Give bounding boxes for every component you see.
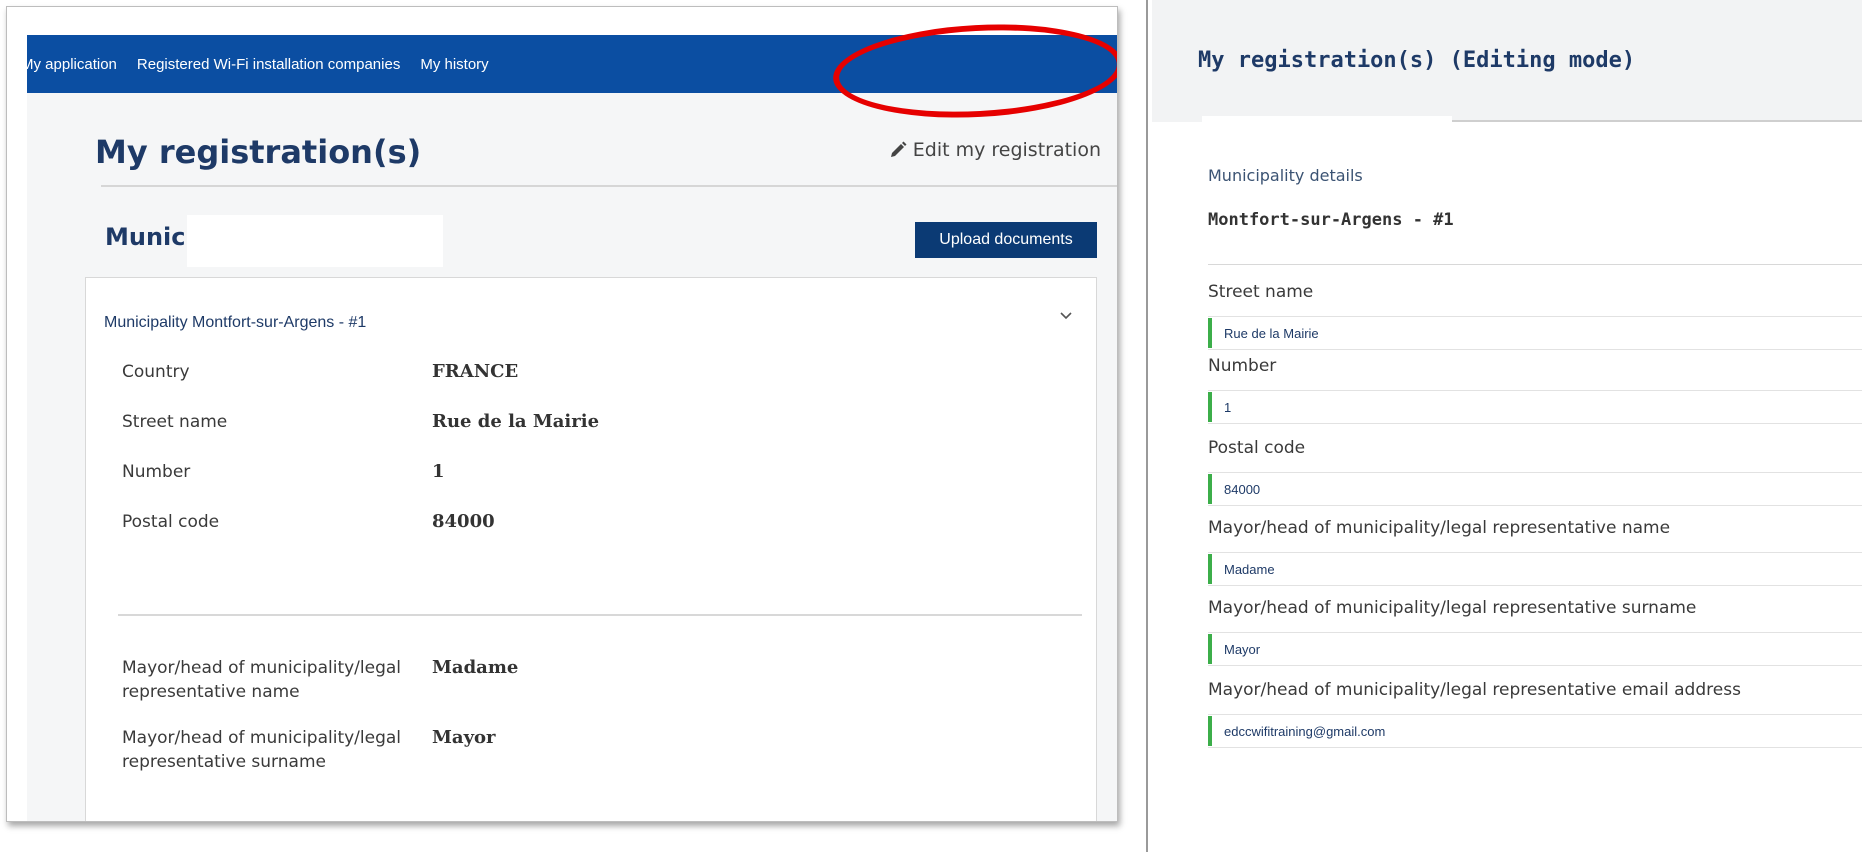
card-header-title[interactable]: Municipality Montfort-sur-Argens - #1 (104, 314, 366, 332)
street-name-input[interactable]: Rue de la Mairie (1208, 316, 1862, 350)
input-accent-bar (1208, 554, 1212, 584)
field-value-mayor-name: Madame (432, 657, 519, 678)
mayor-email-input[interactable]: edccwifitraining@gmail.com (1208, 714, 1862, 748)
mayor-name-value: Madame (1224, 561, 1275, 577)
upload-documents-button[interactable]: Upload documents (915, 222, 1097, 258)
mayor-email-value: edccwifitraining@gmail.com (1224, 723, 1386, 739)
field-label-street-name: Street name (122, 412, 228, 432)
nav-item-my-application[interactable]: My application (21, 56, 117, 73)
municipality-details-label: Municipality details (1208, 166, 1363, 185)
title-divider (101, 185, 1117, 187)
field-value-country: FRANCE (432, 361, 519, 382)
field-value-number: 1 (432, 461, 445, 482)
field-value-postal-code: 84000 (432, 511, 495, 532)
edit-registration-link[interactable]: Edit my registration (889, 139, 1101, 161)
left-screenshot-window: My application Registered Wi-Fi installa… (6, 6, 1118, 822)
edit-label-postal-code: Postal code (1208, 438, 1306, 458)
input-accent-bar (1208, 634, 1212, 664)
field-label-number: Number (122, 462, 191, 482)
pencil-icon (890, 141, 907, 157)
municipality-details-card: Municipality Montfort-sur-Argens - #1 Co… (85, 277, 1097, 821)
edit-registration-label: Edit my registration (912, 139, 1101, 161)
edit-label-mayor-surname: Mayor/head of municipality/legal represe… (1208, 598, 1697, 618)
postal-code-input[interactable]: 84000 (1208, 472, 1862, 506)
municipality-name-heading: Montfort-sur-Argens - #1 (1208, 210, 1454, 230)
edit-label-number: Number (1208, 356, 1277, 376)
active-tab-indicator (1202, 116, 1452, 124)
edit-label-mayor-name: Mayor/head of municipality/legal represe… (1208, 518, 1671, 538)
section-divider (1208, 264, 1862, 265)
mayor-name-input[interactable]: Madame (1208, 552, 1862, 586)
input-accent-bar (1208, 716, 1212, 746)
input-accent-bar (1208, 392, 1212, 422)
page-title: My registration(s) (95, 133, 422, 171)
edit-label-mayor-email: Mayor/head of municipality/legal represe… (1208, 680, 1741, 700)
nav-item-registered-companies[interactable]: Registered Wi-Fi installation companies (137, 56, 400, 73)
editing-page-title: My registration(s) (Editing mode) (1198, 48, 1636, 73)
field-label-country: Country (122, 362, 190, 382)
editing-header: My registration(s) (Editing mode) (1152, 0, 1862, 122)
panel-separator (1146, 0, 1148, 852)
nav-item-my-history[interactable]: My history (420, 56, 488, 73)
right-screenshot-window: My registration(s) (Editing mode) Munici… (1152, 0, 1862, 852)
field-value-street-name: Rue de la Mairie (432, 411, 600, 432)
mayor-surname-value: Mayor (1224, 641, 1261, 657)
header-underline (1452, 120, 1862, 122)
input-accent-bar (1208, 318, 1212, 348)
registration-page: My registration(s) Edit my registration … (27, 93, 1117, 821)
card-divider (118, 614, 1082, 616)
field-label-mayor-name: Mayor/head of municipality/legal represe… (122, 658, 402, 702)
number-value: 1 (1224, 399, 1232, 415)
chevron-down-icon[interactable] (1058, 308, 1074, 324)
field-value-mayor-surname: Mayor (432, 727, 496, 748)
field-label-mayor-surname: Mayor/head of municipality/legal represe… (122, 728, 402, 772)
redacted-area (187, 215, 443, 267)
number-input[interactable]: 1 (1208, 390, 1862, 424)
edit-label-street-name: Street name (1208, 282, 1314, 302)
street-name-value: Rue de la Mairie (1224, 325, 1319, 341)
field-label-postal-code: Postal code (122, 512, 220, 532)
mayor-surname-input[interactable]: Mayor (1208, 632, 1862, 666)
municipality-section-heading: Munici (105, 223, 194, 251)
postal-code-value: 84000 (1224, 481, 1261, 497)
input-accent-bar (1208, 474, 1212, 504)
